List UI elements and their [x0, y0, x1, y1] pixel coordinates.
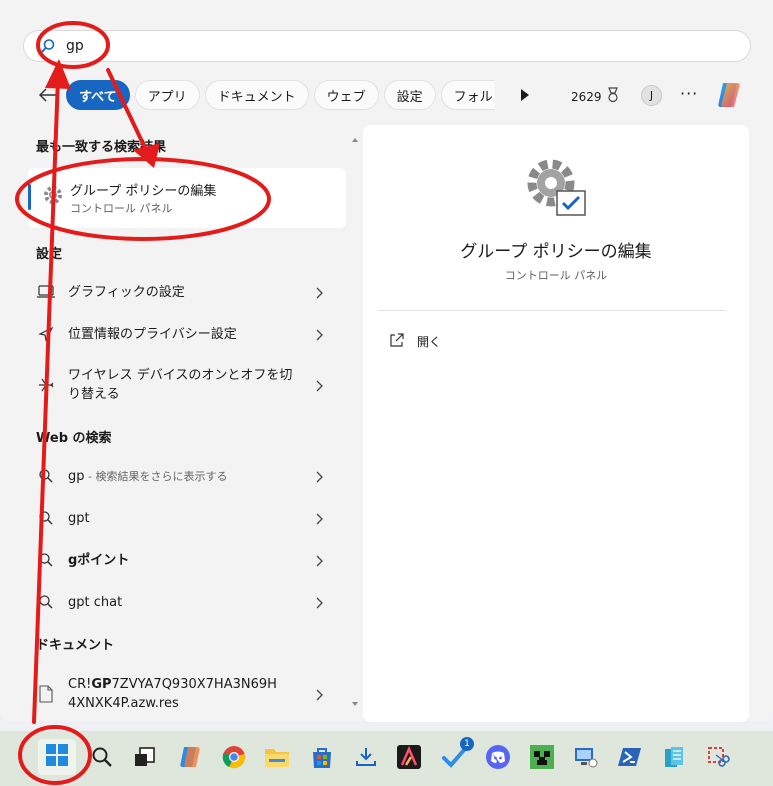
search-icon — [36, 592, 56, 612]
filter-bar: すべて アプリ ドキュメント ウェブ 設定 フォル — [36, 79, 500, 111]
filter-all-tab[interactable]: すべて — [66, 80, 130, 110]
display-icon — [36, 282, 56, 302]
filter-documents-tab[interactable]: ドキュメント — [204, 80, 309, 110]
best-match-title: グループ ポリシーの編集 — [70, 184, 217, 199]
settings-item-location-privacy[interactable]: 位置情報のプライバシー設定 — [28, 315, 346, 353]
remote-desktop-icon[interactable] — [572, 743, 600, 771]
todo-badge: 1 — [460, 737, 474, 751]
web-item-gpt-chat[interactable]: gpt chat — [28, 583, 346, 621]
location-icon — [36, 324, 56, 344]
preview-title: グループ ポリシーの編集 — [460, 242, 652, 262]
web-item-gpoint[interactable]: gポイント — [28, 541, 346, 579]
search-icon — [36, 508, 56, 528]
search-input[interactable] — [66, 32, 666, 60]
chrome-icon[interactable] — [220, 743, 248, 771]
chevron-right-icon — [314, 327, 324, 341]
chevron-right-icon — [314, 378, 324, 392]
microsoft-store-icon[interactable] — [308, 743, 336, 771]
search-icon — [36, 550, 56, 570]
copilot-icon[interactable] — [713, 81, 745, 109]
settings-heading: 設定 — [36, 247, 63, 262]
chevron-right-icon — [314, 511, 324, 525]
results-scrollbar[interactable] — [351, 132, 359, 712]
start-button[interactable] — [38, 739, 76, 775]
divider — [378, 310, 726, 311]
affinity-app-icon[interactable] — [395, 743, 423, 771]
file-icon — [36, 684, 56, 704]
powershell-icon[interactable] — [616, 743, 644, 771]
download-app-icon[interactable] — [352, 743, 380, 771]
discord-icon[interactable] — [484, 743, 512, 771]
best-match-heading: 最も一致する検索結果 — [36, 140, 167, 155]
minecraft-icon[interactable] — [528, 743, 556, 771]
user-avatar[interactable]: J — [641, 85, 662, 106]
settings-item-graphics[interactable]: グラフィックの設定 — [28, 273, 346, 311]
task-view-icon[interactable] — [131, 743, 159, 771]
windows-logo-icon — [46, 744, 68, 770]
web-item-gpt[interactable]: gpt — [28, 499, 346, 537]
settings-item-label: グラフィックの設定 — [68, 284, 185, 300]
chevron-right-icon — [314, 285, 324, 299]
open-button[interactable]: 開く — [389, 332, 441, 351]
settings-item-airplane-mode[interactable]: ワイヤレス デバイスのオンとオフを切り替える — [28, 362, 346, 408]
chevron-right-icon — [314, 469, 324, 483]
documents-heading: ドキュメント — [36, 638, 115, 653]
web-item-label: gp — [68, 468, 85, 484]
snipping-tool-icon[interactable] — [704, 743, 732, 771]
todo-app-icon[interactable]: 1 — [440, 737, 474, 771]
search-icon — [36, 466, 56, 486]
selection-indicator — [28, 184, 31, 210]
copilot-app-icon[interactable] — [176, 743, 204, 771]
search-box[interactable] — [23, 30, 751, 62]
search-icon — [40, 38, 56, 54]
preview-subtitle: コントロール パネル — [504, 269, 608, 282]
medal-icon — [606, 87, 620, 106]
web-item-hint: - 検索結果をさらに表示する — [84, 469, 228, 483]
more-filters-arrow-icon[interactable] — [516, 87, 532, 103]
filter-settings-tab[interactable]: 設定 — [383, 80, 436, 110]
preview-pane: グループ ポリシーの編集 コントロール パネル 開く — [363, 125, 749, 722]
results-list: 最も一致する検索結果 グループ ポリシーの編集 コントロール パネル 設定 グラ… — [22, 126, 352, 716]
document-name-match: GP — [91, 677, 112, 692]
filter-folders-tab[interactable]: フォル — [440, 80, 495, 110]
start-search-panel: すべて アプリ ドキュメント ウェブ 設定 フォル 2629 J ··· 最も一… — [0, 0, 773, 722]
web-search-heading: Web の検索 — [36, 431, 112, 446]
chevron-right-icon — [314, 553, 324, 567]
airplane-icon — [36, 375, 56, 395]
group-policy-icon — [523, 157, 589, 219]
chevron-right-icon — [314, 595, 324, 609]
settings-item-label: 位置情報のプライバシー設定 — [68, 326, 237, 342]
web-item-gp[interactable]: gp - 検索結果をさらに表示する — [28, 457, 346, 495]
settings-item-label: ワイヤレス デバイスのオンとオフを切り替える — [68, 368, 293, 402]
taskbar: 1 — [0, 731, 773, 786]
web-item-label: gpt — [68, 510, 90, 526]
more-options-icon[interactable]: ··· — [680, 84, 698, 103]
rewards-points-value: 2629 — [571, 89, 602, 104]
best-match-subtitle: コントロール パネル — [70, 202, 173, 215]
filter-apps-tab[interactable]: アプリ — [134, 80, 200, 110]
taskbar-search-icon[interactable] — [88, 743, 116, 771]
open-label: 開く — [417, 335, 442, 349]
web-item-label: gポイント — [68, 552, 130, 568]
rewards-points[interactable]: 2629 — [571, 87, 620, 106]
database-app-icon[interactable] — [660, 743, 688, 771]
file-explorer-icon[interactable] — [263, 743, 291, 771]
gear-icon — [42, 184, 64, 206]
best-match-item[interactable]: グループ ポリシーの編集 コントロール パネル — [28, 168, 346, 228]
back-arrow-icon[interactable] — [36, 80, 60, 110]
document-name-prefix: CR! — [68, 677, 92, 692]
open-external-icon — [389, 332, 405, 351]
document-item[interactable]: CR!GP7ZVYA7Q930X7HA3N69H4XNXK4P.azw.res — [28, 670, 346, 718]
chevron-right-icon — [314, 687, 324, 701]
web-item-label: gpt chat — [68, 594, 123, 610]
filter-web-tab[interactable]: ウェブ — [313, 80, 379, 110]
